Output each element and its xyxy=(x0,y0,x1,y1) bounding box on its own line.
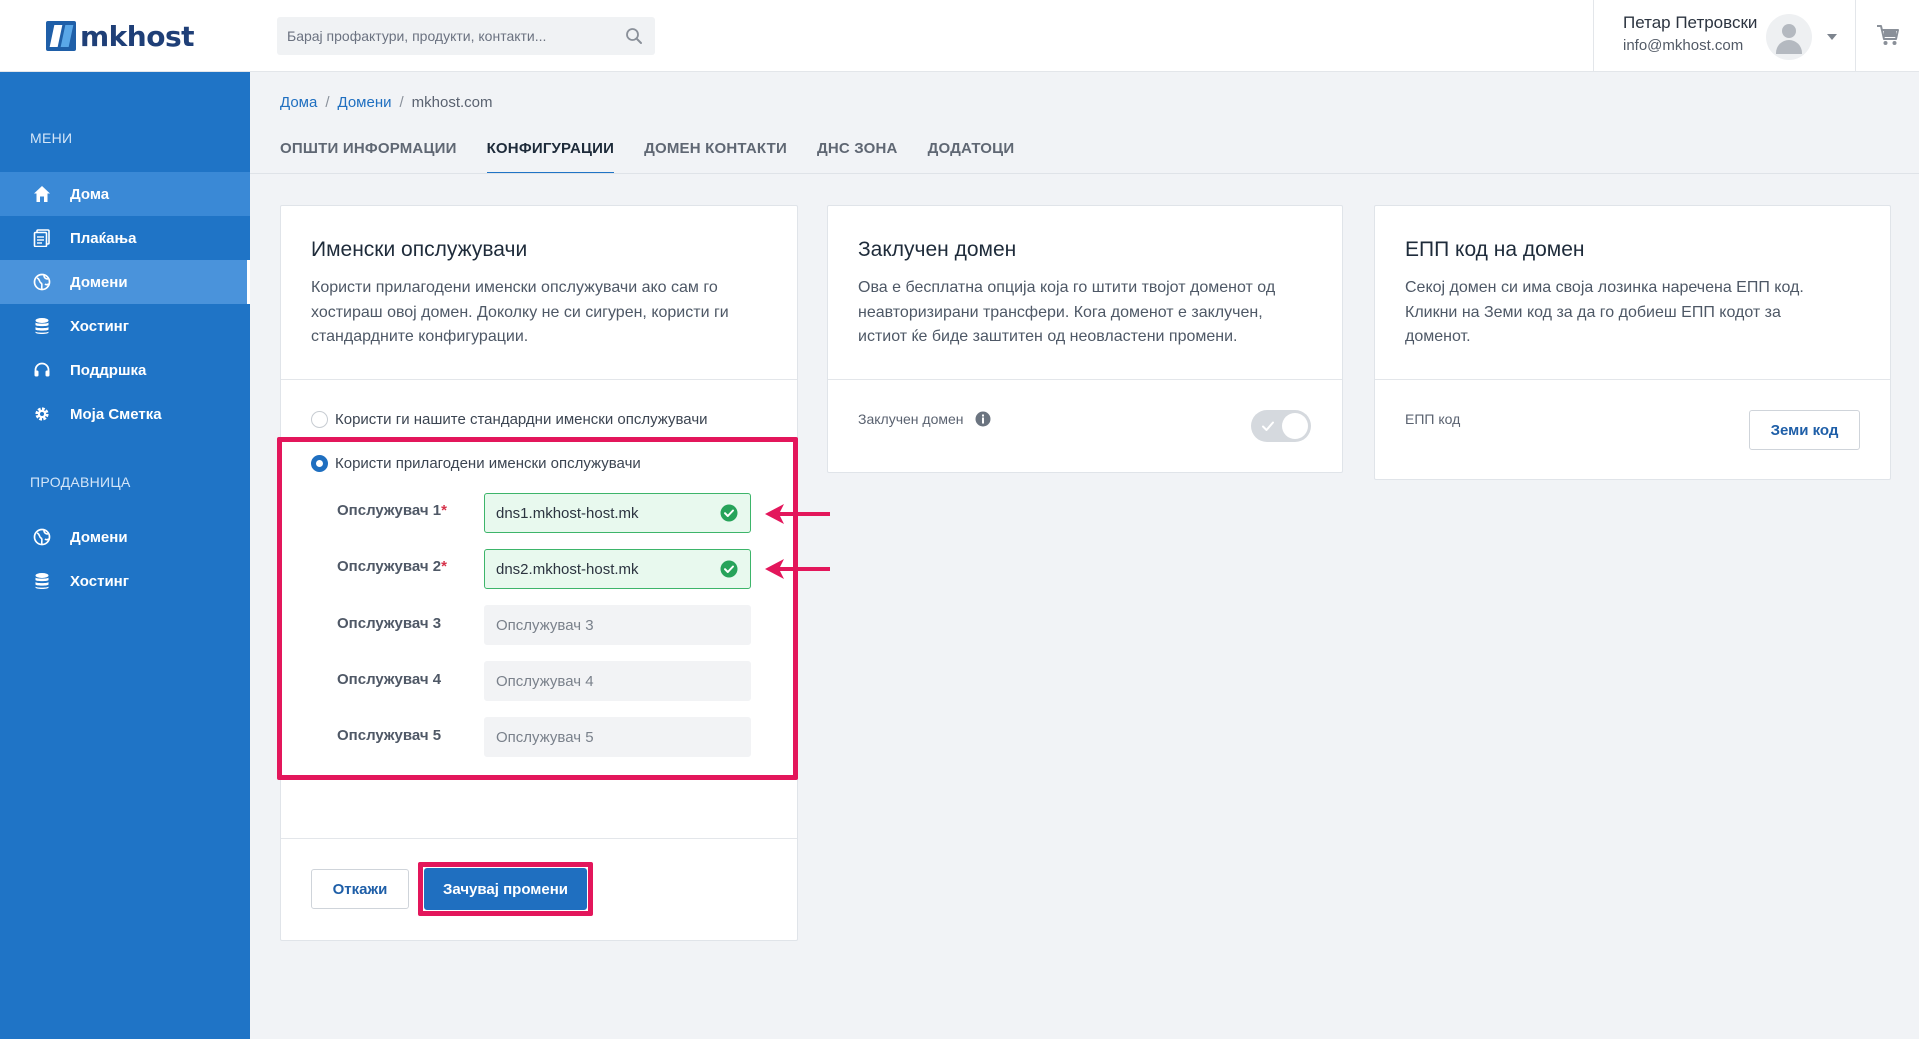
chevron-down-icon[interactable] xyxy=(1827,34,1837,40)
sidebar-item-label: Моја Сметка xyxy=(70,405,162,423)
card-description: Секој домен си има своја лозинка наречен… xyxy=(1405,276,1804,350)
domain-tabs: ОПШТИ ИНФОРМАЦИИ КОНФИГУРАЦИИ ДОМЕН КОНТ… xyxy=(280,140,1044,174)
user-name: Петар Петровски xyxy=(1623,13,1758,32)
sidebar-menu-heading: МЕНИ xyxy=(30,130,73,146)
card-description: Ова е бесплатна опција која го штити тво… xyxy=(858,276,1275,350)
globe-icon xyxy=(33,273,51,291)
arrow-left-icon xyxy=(765,559,830,579)
search-box xyxy=(277,17,655,55)
card-divider xyxy=(828,379,1342,380)
sidebar-item-payments[interactable]: Плаќања xyxy=(0,216,250,260)
sidebar-item-label: Хостинг xyxy=(70,572,129,590)
tabs-divider xyxy=(250,173,1919,174)
breadcrumb-home-link[interactable]: Дома xyxy=(280,94,317,111)
card-description-line: неавторизирани трансфери. Кога доменот е… xyxy=(858,303,1263,321)
card-title: Именски опслужувачи xyxy=(311,238,528,261)
card-description-line: хостираш овој домен. Доколку не си сигур… xyxy=(311,303,729,321)
user-email: info@mkhost.com xyxy=(1623,37,1744,54)
card-description-line: Секој домен си има своја лозинка наречен… xyxy=(1405,279,1804,296)
support-icon xyxy=(34,362,50,377)
sidebar-item-label: Плаќања xyxy=(70,229,137,247)
breadcrumb-domains-link[interactable]: Домени xyxy=(338,94,392,111)
card-divider xyxy=(281,838,797,839)
card-description-line: доменот. xyxy=(1405,328,1471,345)
card-description-line: Користи прилагодени именски опслужувачи … xyxy=(311,279,718,296)
custom-nameservers-highlight xyxy=(277,437,798,780)
card-description-line: Ова е бесплатна опција која го штити тво… xyxy=(858,279,1276,296)
database-icon xyxy=(35,318,49,334)
save-changes-button[interactable]: Зачувај промени xyxy=(424,868,587,910)
default-nameservers-label[interactable]: Користи ги нашите стандардни именски опс… xyxy=(335,411,708,428)
tab-dns-zone[interactable]: ДНС ЗОНА xyxy=(817,140,898,174)
search-icon[interactable] xyxy=(625,27,643,45)
logo-text: mkhost xyxy=(80,19,195,53)
cancel-button[interactable]: Откажи xyxy=(311,869,409,909)
sidebar-item-label: Домени xyxy=(70,528,128,546)
sidebar-item-label: Домени xyxy=(70,273,128,291)
cart-icon[interactable] xyxy=(1876,24,1900,46)
sidebar-item-domains[interactable]: Домени xyxy=(0,260,250,304)
mkhost-logo[interactable]: mkhost xyxy=(46,19,195,53)
card-divider xyxy=(281,379,797,380)
avatar-head-icon xyxy=(1782,24,1796,38)
search-input[interactable] xyxy=(277,17,607,55)
card-title: Заклучен домен xyxy=(858,238,1017,261)
get-code-button[interactable]: Земи код xyxy=(1749,410,1860,450)
top-bar: mkhost Петар Петровски info@mkhost.com xyxy=(0,0,1919,72)
tab-general-info[interactable]: ОПШТИ ИНФОРМАЦИИ xyxy=(280,140,457,174)
sidebar-item-label: Поддршка xyxy=(70,361,147,379)
avatar-body-icon xyxy=(1776,40,1802,54)
epp-code-label: ЕПП код xyxy=(1405,411,1461,427)
sidebar-store-heading: ПРОДАВНИЦА xyxy=(30,474,131,490)
home-icon xyxy=(34,186,50,202)
info-icon[interactable] xyxy=(975,411,991,427)
card-description-line: истиот ќе биде заштитен од неовластени п… xyxy=(858,328,1238,345)
sidebar-item-account[interactable]: Моја Сметка xyxy=(0,392,250,436)
sidebar-item-support[interactable]: Поддршка xyxy=(0,348,250,392)
default-nameservers-radio[interactable] xyxy=(311,411,328,428)
sidebar-item-hosting[interactable]: Хостинг xyxy=(0,304,250,348)
breadcrumb-separator: / xyxy=(399,94,404,111)
sidebar-item-store-domains[interactable]: Домени xyxy=(0,515,250,559)
domain-lock-label: Заклучен домен xyxy=(858,411,964,427)
card-description-line: Кликни на Земи код за да го добиеш ЕПП к… xyxy=(1405,303,1781,321)
card-description: Користи прилагодени именски опслужувачи … xyxy=(311,276,729,350)
sidebar-item-label: Дома xyxy=(70,185,110,203)
domain-lock-toggle[interactable] xyxy=(1251,410,1311,442)
tab-domain-contacts[interactable]: ДОМЕН КОНТАКТИ xyxy=(644,140,787,174)
sidebar-item-label: Хостинг xyxy=(70,317,129,335)
tab-addons[interactable]: ДОДАТОЦИ xyxy=(928,140,1015,174)
card-divider xyxy=(1375,379,1890,380)
invoice-icon xyxy=(33,229,50,247)
toggle-knob xyxy=(1282,413,1308,439)
check-icon xyxy=(1262,421,1274,431)
breadcrumb: Дома / Домени / mkhost.com xyxy=(280,94,493,111)
database-icon xyxy=(35,573,49,589)
card-title: ЕПП код на домен xyxy=(1405,238,1585,261)
sidebar: МЕНИ Дома Плаќања Домени Хостинг Поддршк… xyxy=(0,72,250,1039)
avatar[interactable] xyxy=(1766,14,1812,60)
sidebar-item-store-hosting[interactable]: Хостинг xyxy=(0,559,250,603)
globe-icon xyxy=(33,528,51,546)
card-description-line: стандардните конфигурации. xyxy=(311,328,529,345)
logo-mark-icon xyxy=(46,21,76,51)
arrow-left-icon xyxy=(765,504,830,524)
breadcrumb-separator: / xyxy=(325,94,330,111)
sidebar-item-home[interactable]: Дома xyxy=(0,172,250,216)
tab-configurations[interactable]: КОНФИГУРАЦИИ xyxy=(486,140,615,174)
gear-icon xyxy=(35,407,49,421)
user-menu[interactable]: Петар Петровски info@mkhost.com xyxy=(1593,0,1856,72)
breadcrumb-current: mkhost.com xyxy=(411,94,493,111)
